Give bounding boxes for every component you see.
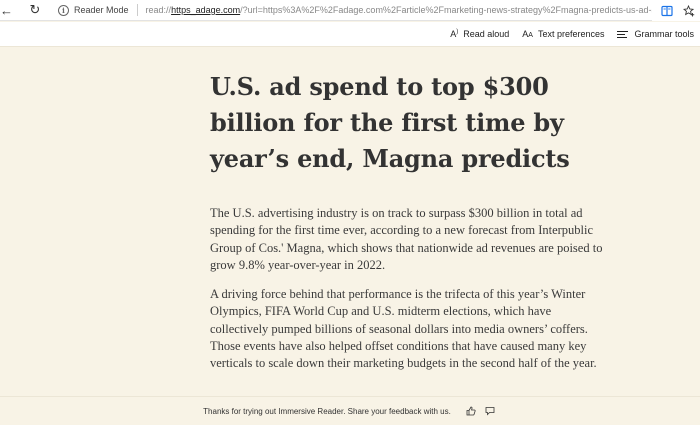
feedback-text: Thanks for trying out Immersive Reader. … <box>203 406 451 416</box>
browser-address-bar: ← ↻ i Reader Mode read://https_adage.com… <box>0 0 700 21</box>
url-separator <box>136 4 138 16</box>
info-icon[interactable]: i <box>58 4 69 16</box>
text-preferences-button[interactable]: AA Text preferences <box>522 29 604 39</box>
url-host: https_adage.com <box>171 5 241 15</box>
read-aloud-label: Read aloud <box>463 29 510 39</box>
grammar-tools-label: Grammar tools <box>634 29 694 39</box>
article: U.S. ad spend to top $300 billion for th… <box>210 47 620 373</box>
read-aloud-button[interactable]: A) Read aloud <box>450 29 509 39</box>
article-headline: U.S. ad spend to top $300 billion for th… <box>210 72 570 173</box>
feedback-comment-icon[interactable] <box>483 404 497 418</box>
star-add-icon[interactable] <box>678 0 700 21</box>
text-preferences-icon: AA <box>522 29 533 39</box>
thumbs-up-icon[interactable] <box>464 404 478 418</box>
article-paragraph: A driving force behind that performance … <box>210 287 597 371</box>
read-aloud-icon: A) <box>450 29 459 39</box>
refresh-icon[interactable]: ↻ <box>24 0 46 21</box>
grammar-tools-icon <box>617 30 629 38</box>
immersive-reader-icon[interactable] <box>656 0 678 21</box>
article-paragraph: The U.S. advertising industry is on trac… <box>210 206 603 272</box>
url-field[interactable]: i Reader Mode read://https_adage.com/?ur… <box>58 0 669 21</box>
url-path: /?url=https%3A%2F%2Fadage.com%2Farticle%… <box>240 5 669 15</box>
arrow-left-icon[interactable]: ← <box>0 0 13 21</box>
address-bar-actions <box>652 0 700 21</box>
feedback-footer: Thanks for trying out Immersive Reader. … <box>0 396 700 425</box>
grammar-tools-button[interactable]: Grammar tools <box>617 29 694 39</box>
text-preferences-label: Text preferences <box>537 29 605 39</box>
reader-mode-label: Reader Mode <box>74 5 129 15</box>
immersive-reader-toolbar: A) Read aloud AA Text preferences Gramma… <box>0 22 700 47</box>
url-prefix: read:// <box>145 5 172 15</box>
